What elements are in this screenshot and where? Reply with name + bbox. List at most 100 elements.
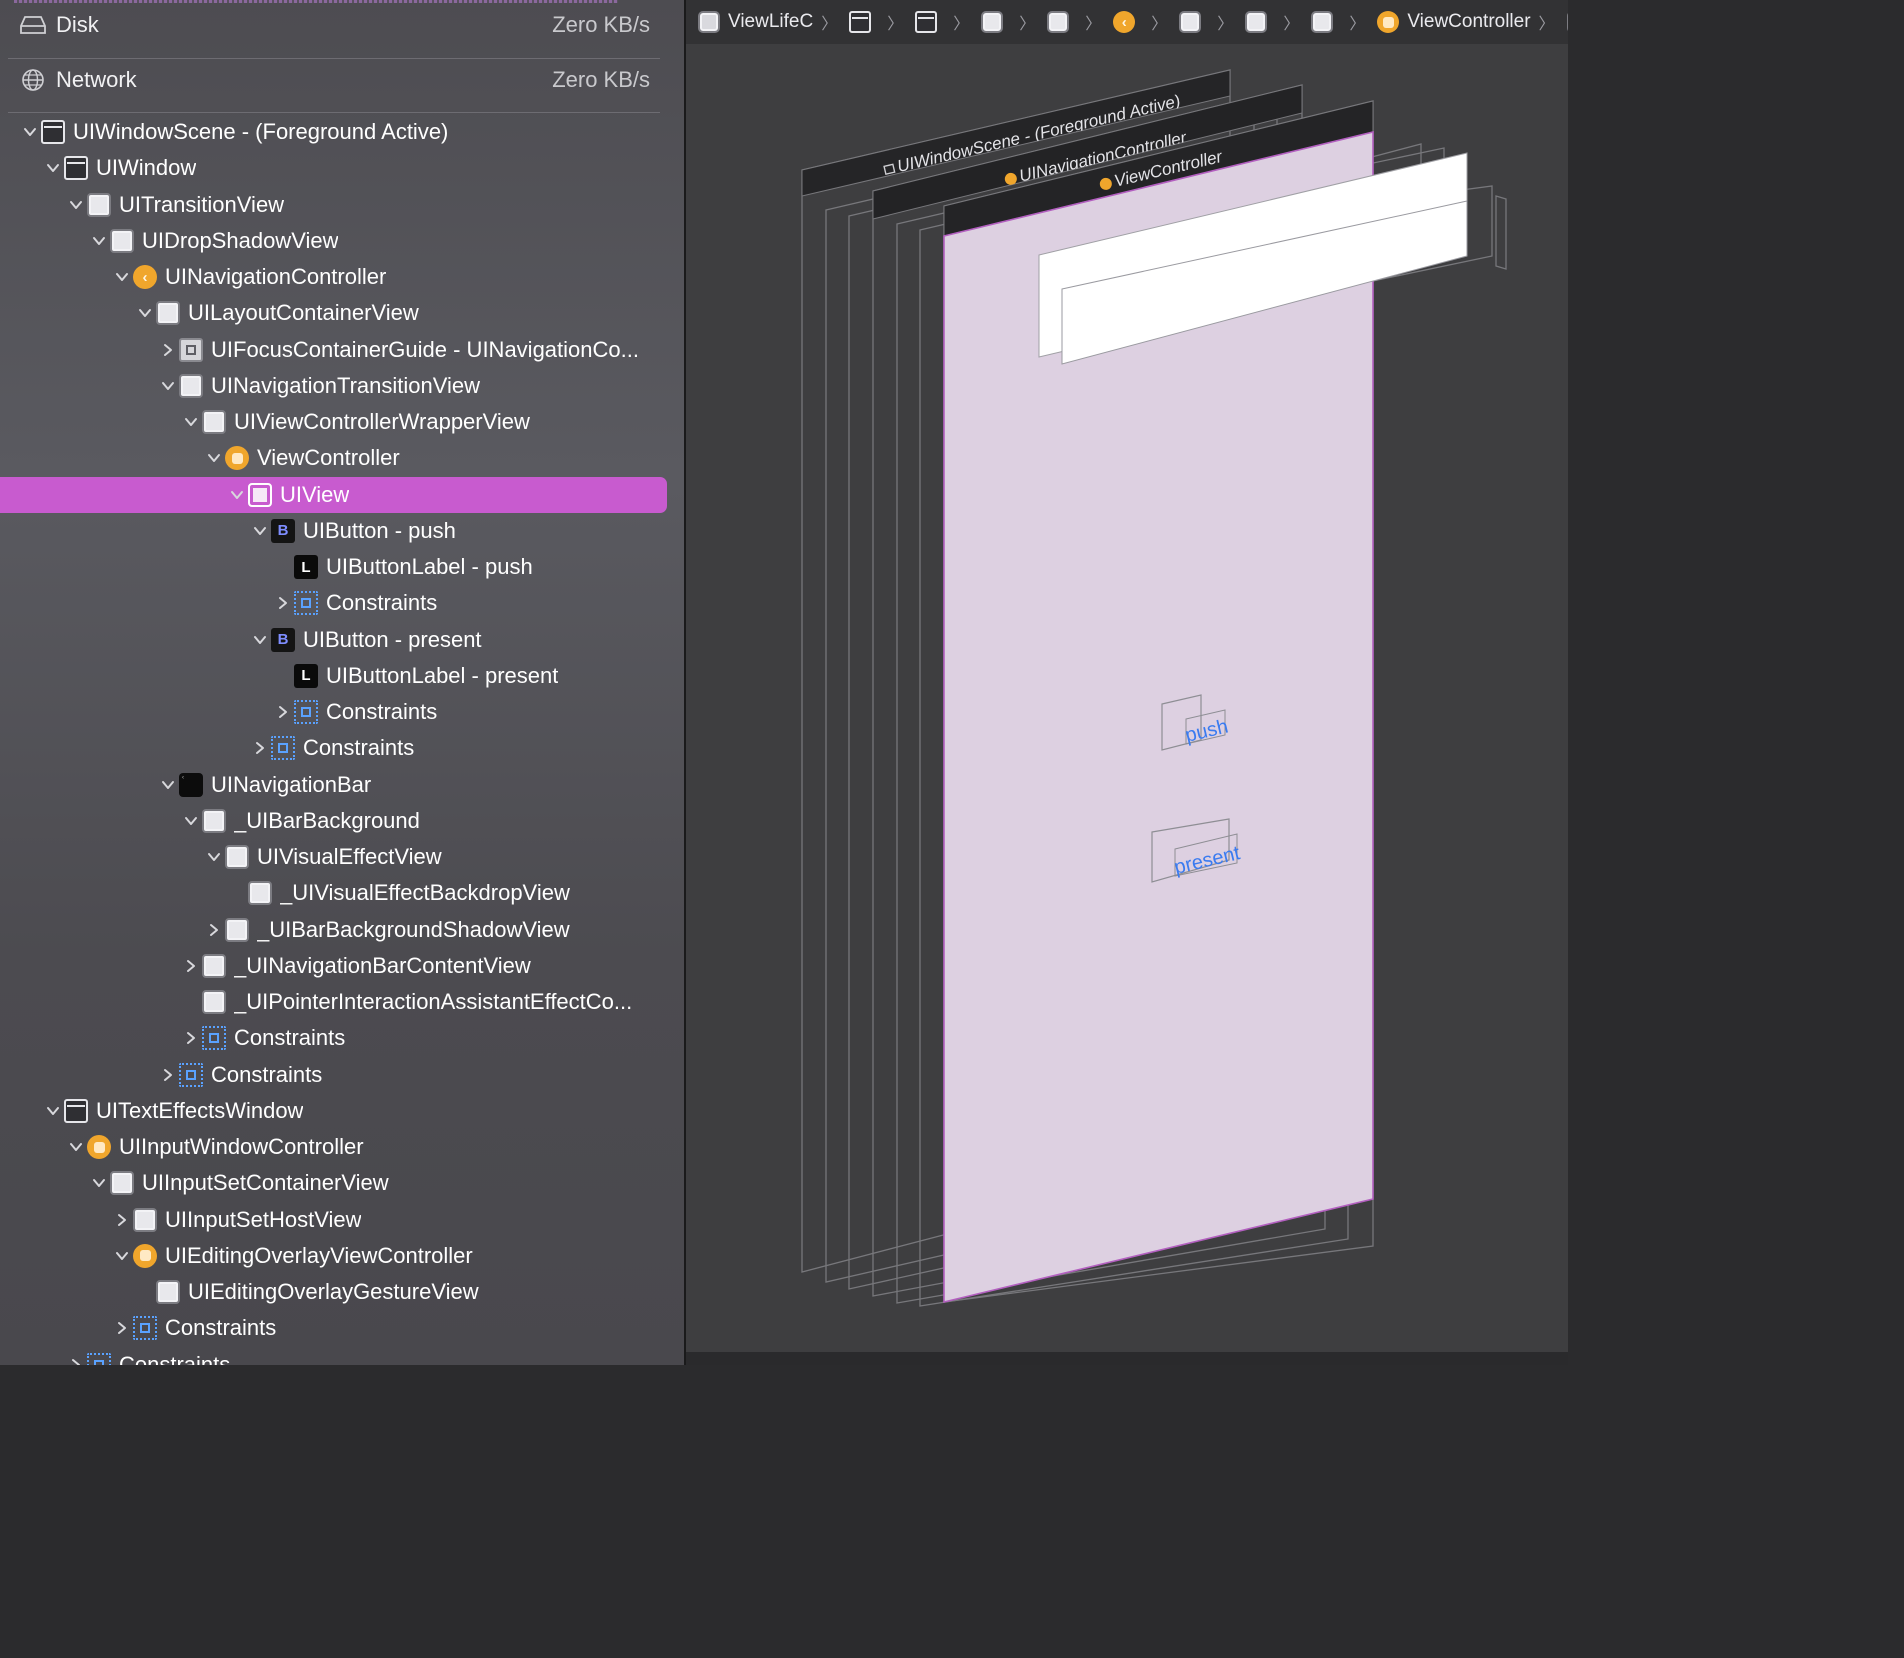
- tree-row[interactable]: Constraints: [0, 1310, 667, 1346]
- tree-row[interactable]: UIInputSetHostView: [0, 1202, 667, 1238]
- tree-row[interactable]: L UIButtonLabel - present: [0, 658, 667, 694]
- tree-row[interactable]: UIDropShadowView: [0, 223, 667, 259]
- tree-row[interactable]: ‹ UINavigationController: [0, 259, 667, 295]
- tree-row[interactable]: Constraints: [0, 1020, 667, 1056]
- jump-bar-crumb[interactable]: ViewController 〉: [1377, 10, 1566, 34]
- tree-row[interactable]: ViewController: [0, 440, 667, 476]
- tree-row[interactable]: ‹ UINavigationBar: [0, 767, 667, 803]
- tree-row[interactable]: UIEditingOverlayGestureView: [0, 1274, 667, 1310]
- breadcrumb-chevron-icon: 〉: [1019, 16, 1036, 33]
- tree-row[interactable]: _UIBarBackground: [0, 803, 667, 839]
- tree-row-label: UIButtonLabel - push: [326, 554, 533, 579]
- jump-bar-crumb[interactable]: 〉: [1047, 10, 1113, 34]
- chevron-down-icon[interactable]: [41, 1093, 64, 1129]
- chevron-right-icon[interactable]: [179, 1020, 202, 1056]
- chevron-down-icon[interactable]: [202, 440, 225, 476]
- tree-row[interactable]: UIInputWindowController: [0, 1129, 667, 1165]
- tree-row[interactable]: B UIButton - present: [0, 622, 667, 658]
- chevron-down-icon[interactable]: [87, 1165, 110, 1201]
- 3d-layer-viewer[interactable]: UIWindowScene - (Foreground Active) UINa…: [686, 44, 1568, 1352]
- view-icon: [156, 1280, 180, 1304]
- view-debugger-canvas[interactable]: ViewLifeC〉〉〉〉〉‹〉〉〉〉ViewController〉UIView: [686, 0, 1568, 1365]
- tree-row[interactable]: UIInputSetContainerView: [0, 1165, 667, 1201]
- chevron-down-icon[interactable]: [156, 767, 179, 803]
- jump-bar-crumb[interactable]: 〉: [1179, 10, 1245, 34]
- jump-bar-crumb[interactable]: ‹ 〉: [1113, 10, 1179, 34]
- jump-bar-crumb[interactable]: 〉: [915, 10, 981, 34]
- tree-row[interactable]: Constraints: [0, 730, 667, 766]
- chevron-right-icon[interactable]: [179, 948, 202, 984]
- chevron-down-icon[interactable]: [133, 295, 156, 331]
- jump-bar-crumb[interactable]: 〉: [1245, 10, 1311, 34]
- tree-row[interactable]: L UIButtonLabel - push: [0, 549, 667, 585]
- chevron-down-icon[interactable]: [87, 223, 110, 259]
- view-icon: [133, 1207, 157, 1232]
- tree-row[interactable]: UIView: [0, 476, 667, 513]
- jump-bar-crumb[interactable]: 〉: [1311, 10, 1377, 34]
- tree-row[interactable]: UIWindow: [0, 150, 667, 186]
- chevron-right-icon[interactable]: [64, 1347, 87, 1365]
- chevron-down-icon[interactable]: [179, 803, 202, 839]
- tree-row[interactable]: Constraints: [0, 585, 667, 621]
- tree-row-label: UILayoutContainerView: [188, 300, 419, 326]
- chevron-down-icon[interactable]: [64, 187, 87, 223]
- tree-row-label: UIWindow: [96, 155, 197, 181]
- tree-row[interactable]: UIEditingOverlayViewController: [0, 1238, 667, 1274]
- network-gauge[interactable]: Network Zero KB/s: [20, 60, 650, 100]
- chevron-down-icon[interactable]: [110, 1238, 133, 1274]
- jump-bar-crumb[interactable]: 〉: [981, 10, 1047, 34]
- jump-bar-crumb[interactable]: UIView: [1566, 11, 1568, 33]
- navigation-bar-icon: ‹: [179, 772, 203, 797]
- view-icon: [110, 228, 134, 253]
- tree-row[interactable]: Constraints: [0, 694, 667, 730]
- tree-row[interactable]: UIVisualEffectView: [0, 839, 667, 875]
- chevron-down-icon[interactable]: [41, 150, 64, 186]
- chevron-right-icon[interactable]: [110, 1202, 133, 1238]
- chevron-right-icon[interactable]: [271, 585, 294, 621]
- disk-gauge[interactable]: Disk Zero KB/s: [20, 5, 650, 45]
- tree-row[interactable]: UITransitionView: [0, 187, 667, 223]
- tree-row[interactable]: UIWindowScene - (Foreground Active): [0, 114, 667, 150]
- breadcrumb-chevron-icon: 〉: [1538, 16, 1555, 33]
- chevron-down-icon[interactable]: [202, 839, 225, 875]
- tree-row-label: Constraints: [326, 590, 438, 616]
- tree-row[interactable]: _UIBarBackgroundShadowView: [0, 912, 667, 948]
- view-icon: [87, 192, 111, 217]
- tree-row[interactable]: _UINavigationBarContentView: [0, 948, 667, 984]
- chevron-right-icon[interactable]: [202, 912, 225, 948]
- view-icon: [981, 11, 1004, 33]
- tree-row[interactable]: UINavigationTransitionView: [0, 368, 667, 404]
- chevron-right-icon[interactable]: [156, 332, 179, 368]
- constraints-icon: [179, 1062, 203, 1087]
- chevron-right-icon[interactable]: [271, 694, 294, 730]
- tree-row[interactable]: UITextEffectsWindow: [0, 1093, 667, 1129]
- jump-bar-crumb[interactable]: 〉: [849, 10, 915, 34]
- divider: [8, 58, 660, 59]
- exploded-view-layers[interactable]: UIWindowScene - (Foreground Active) UINa…: [686, 44, 1568, 1352]
- tree-row[interactable]: Constraints: [0, 1347, 667, 1365]
- chevron-down-icon[interactable]: [248, 622, 271, 658]
- chevron-down-icon[interactable]: [179, 404, 202, 440]
- app-icon: [698, 11, 720, 33]
- chevron-down-icon[interactable]: [156, 368, 179, 404]
- chevron-down-icon[interactable]: [225, 477, 248, 513]
- tree-row[interactable]: B UIButton - push: [0, 513, 667, 549]
- tree-row[interactable]: _UIPointerInteractionAssistantEffectCo..…: [0, 984, 667, 1020]
- tree-row-label: Constraints: [211, 1061, 323, 1087]
- chevron-down-icon[interactable]: [64, 1129, 87, 1165]
- view-icon: [1179, 11, 1202, 33]
- jump-bar-crumb[interactable]: ViewLifeC 〉: [698, 10, 849, 34]
- chevron-down-icon[interactable]: [18, 114, 41, 150]
- tree-row[interactable]: Constraints: [0, 1057, 667, 1093]
- tree-row[interactable]: UILayoutContainerView: [0, 295, 667, 331]
- chevron-right-icon[interactable]: [248, 730, 271, 766]
- chevron-down-icon[interactable]: [110, 259, 133, 295]
- tree-row-label: Constraints: [326, 699, 438, 724]
- chevron-right-icon[interactable]: [156, 1057, 179, 1093]
- tree-row[interactable]: UIViewControllerWrapperView: [0, 404, 667, 440]
- chevron-right-icon[interactable]: [110, 1310, 133, 1346]
- tree-row[interactable]: UIFocusContainerGuide - UINavigationCo..…: [0, 332, 667, 368]
- chevron-down-icon[interactable]: [248, 513, 271, 549]
- tree-row[interactable]: _UIVisualEffectBackdropView: [0, 875, 667, 911]
